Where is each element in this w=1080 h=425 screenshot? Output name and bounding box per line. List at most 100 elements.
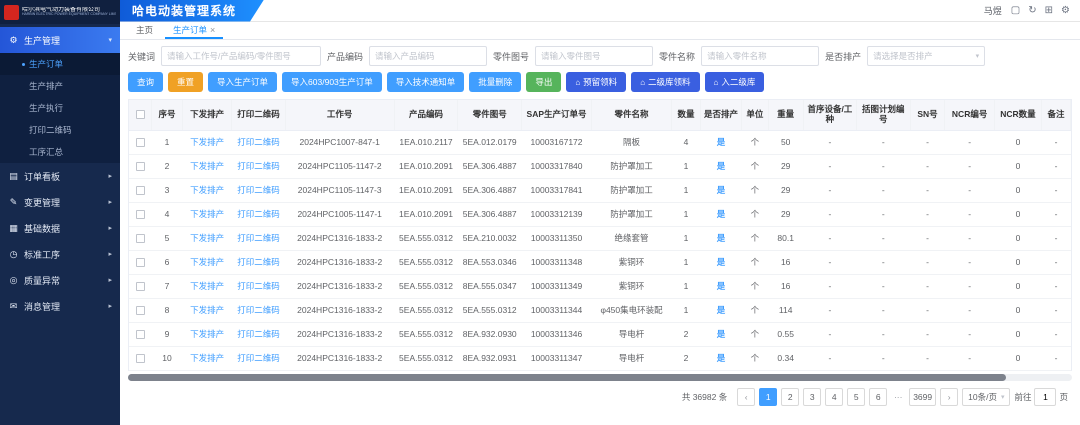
row-checkbox[interactable] [136, 354, 145, 363]
print-link[interactable]: 打印二维码 [237, 329, 280, 339]
is-scheduled-select[interactable]: 请选择是否排产▾ [867, 46, 985, 66]
sidebar-item-order-board[interactable]: ▤订单看板▸ [0, 163, 120, 189]
export-button[interactable]: 导出 [526, 72, 561, 92]
sidebar-item-label: 工序汇总 [29, 146, 63, 158]
dispatch-link[interactable]: 下发排产 [190, 281, 224, 291]
row-checkbox[interactable] [136, 186, 145, 195]
part-drawing-no-input[interactable] [535, 46, 653, 66]
batch-delete-button[interactable]: 批量删除 [469, 72, 521, 92]
row-checkbox[interactable] [136, 210, 145, 219]
page-button-1[interactable]: 1 [759, 388, 777, 406]
dispatch-link[interactable]: 下发排产 [190, 185, 224, 195]
row-checkbox[interactable] [136, 138, 145, 147]
fullscreen-icon[interactable]: ▢ [1011, 5, 1020, 16]
user-name[interactable]: 马煜 [984, 4, 1002, 17]
row-checkbox[interactable] [136, 162, 145, 171]
tab-production-orders[interactable]: 生产订单× [165, 22, 223, 39]
cell-scheduled: 是 [700, 250, 741, 274]
dispatch-link[interactable]: 下发排产 [190, 137, 224, 147]
cell-sap_no: 10003311350 [522, 226, 592, 250]
cell-select [129, 178, 152, 202]
page-button-6[interactable]: 6 [869, 388, 887, 406]
print-link[interactable]: 打印二维码 [237, 209, 280, 219]
row-checkbox[interactable] [136, 282, 145, 291]
page-button-2[interactable]: 2 [781, 388, 799, 406]
cell-work_no: 2024HPC1105-1147-3 [285, 178, 394, 202]
import-603-903-order-button[interactable]: 导入603/903生产订单 [282, 72, 382, 92]
table-row: 7下发排产打印二维码2024HPC1316-1833-25EA.555.0312… [129, 274, 1071, 298]
row-checkbox[interactable] [136, 258, 145, 267]
goto-page-input[interactable] [1034, 388, 1056, 406]
page-button-5[interactable]: 5 [847, 388, 865, 406]
sidebar-item-base-data[interactable]: ▦基础数据▸ [0, 215, 120, 241]
secondary-warehouse-pick-button[interactable]: ⌂二级库领料 [631, 72, 699, 92]
import-tech-notice-button[interactable]: 导入技术通知单 [387, 72, 465, 92]
tab-home[interactable]: 主页 [128, 22, 161, 39]
page-ellipsis[interactable]: ··· [891, 392, 905, 402]
cell-remark: - [1042, 154, 1071, 178]
cell-ncr_qty: 0 [994, 274, 1041, 298]
app-title: 哈电动装管理系统 [120, 0, 264, 22]
keyword-input[interactable] [161, 46, 321, 66]
import-production-order-button[interactable]: 导入生产订单 [208, 72, 277, 92]
tab-close-icon[interactable]: × [210, 25, 215, 35]
page-button-4[interactable]: 4 [825, 388, 843, 406]
cell-seq: 2 [152, 154, 183, 178]
dispatch-link[interactable]: 下发排产 [190, 353, 224, 363]
part-name-input[interactable] [701, 46, 819, 66]
reset-button[interactable]: 重置 [168, 72, 203, 92]
print-link[interactable]: 打印二维码 [237, 233, 280, 243]
print-link[interactable]: 打印二维码 [237, 281, 280, 291]
cell-sap_no: 10003311344 [522, 298, 592, 322]
print-link[interactable]: 打印二维码 [237, 305, 280, 315]
cell-part_no: 8EA.932.0931 [458, 346, 522, 370]
sidebar-item-production-orders[interactable]: 生产订单 [0, 53, 120, 75]
scheduled-flag: 是 [717, 305, 726, 315]
cell-ncr_no: - [945, 298, 994, 322]
query-button[interactable]: 查询 [128, 72, 163, 92]
row-checkbox[interactable] [136, 330, 145, 339]
prev-page-button[interactable]: ‹ [737, 388, 755, 406]
dispatch-link[interactable]: 下发排产 [190, 257, 224, 267]
print-link[interactable]: 打印二维码 [237, 353, 280, 363]
select-all-checkbox[interactable] [136, 110, 145, 119]
dispatch-link[interactable]: 下发排产 [190, 329, 224, 339]
col-seq: 序号 [152, 100, 183, 130]
sidebar-item-production-management[interactable]: ⚙生产管理▾ [0, 27, 120, 53]
col-sn: SN号 [910, 100, 945, 130]
print-link[interactable]: 打印二维码 [237, 137, 280, 147]
apps-icon[interactable]: ⊞ [1045, 5, 1053, 16]
sidebar-item-production-execution[interactable]: 生产执行 [0, 97, 120, 119]
page-button-3[interactable]: 3 [803, 388, 821, 406]
dispatch-link[interactable]: 下发排产 [190, 209, 224, 219]
product-code-input[interactable] [369, 46, 487, 66]
dispatch-link[interactable]: 下发排产 [190, 233, 224, 243]
page-size-select[interactable]: 10条/页▾ [962, 388, 1010, 406]
sidebar-item-production-scheduling[interactable]: 生产排产 [0, 75, 120, 97]
refresh-icon[interactable]: ↻ [1028, 5, 1036, 16]
sidebar-item-standard-process[interactable]: ◷标准工序▸ [0, 241, 120, 267]
dispatch-link[interactable]: 下发排产 [190, 305, 224, 315]
print-link[interactable]: 打印二维码 [237, 161, 280, 171]
sidebar-item-change-management[interactable]: ✎变更管理▸ [0, 189, 120, 215]
horizontal-scrollbar[interactable] [128, 374, 1072, 381]
sidebar-item-process-summary[interactable]: 工序汇总 [0, 141, 120, 163]
warehouse-icon: ⌂ [575, 78, 580, 87]
row-checkbox[interactable] [136, 306, 145, 315]
settings-icon[interactable]: ⚙ [1061, 5, 1070, 16]
print-link[interactable]: 打印二维码 [237, 257, 280, 267]
dispatch-link[interactable]: 下发排产 [190, 161, 224, 171]
sidebar-item-label: 生产管理 [24, 34, 60, 47]
sidebar-item-quality-exception[interactable]: ◎质量异常▸ [0, 267, 120, 293]
reserve-material-button[interactable]: ⌂预留领料 [566, 72, 626, 92]
cell-weight: 16 [768, 274, 803, 298]
into-secondary-warehouse-button[interactable]: ⌂入二级库 [705, 72, 765, 92]
print-link[interactable]: 打印二维码 [237, 185, 280, 195]
row-checkbox[interactable] [136, 234, 145, 243]
cell-ncr_qty: 0 [994, 250, 1041, 274]
horizontal-scrollbar-thumb[interactable] [128, 374, 1006, 381]
next-page-button[interactable]: › [940, 388, 958, 406]
sidebar-item-print-qrcode[interactable]: 打印二维码 [0, 119, 120, 141]
page-button-3699[interactable]: 3699 [909, 388, 936, 406]
sidebar-item-message-management[interactable]: ✉消息管理▸ [0, 293, 120, 319]
